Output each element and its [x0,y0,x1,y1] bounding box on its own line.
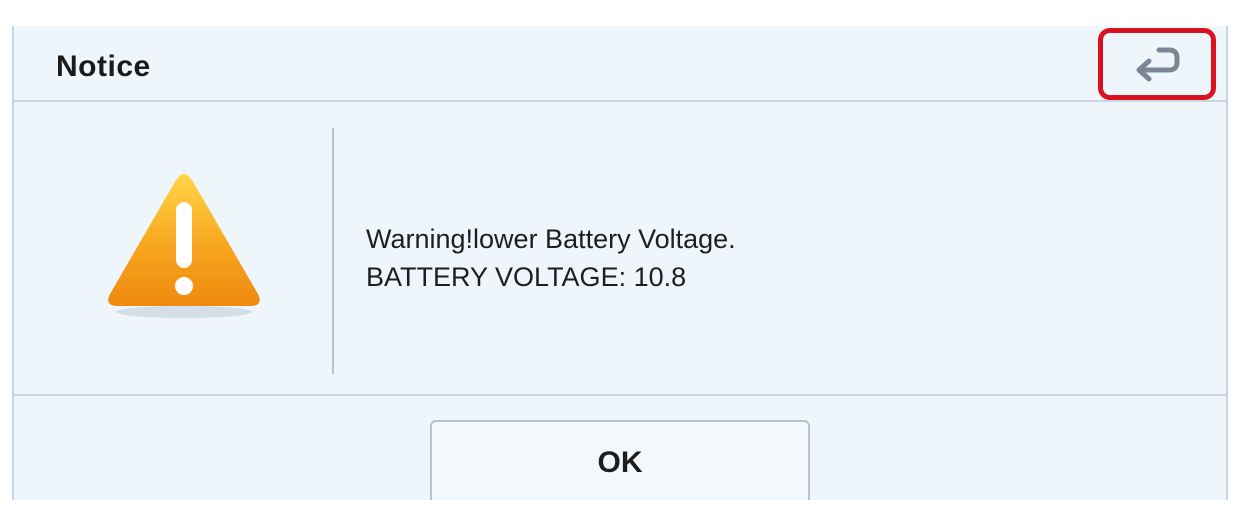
back-button[interactable] [1098,28,1216,100]
ok-button[interactable]: OK [430,420,810,500]
message-line-2: BATTERY VOLTAGE: 10.8 [366,262,687,292]
content-divider [332,128,334,374]
notice-dialog: Notice Warning!lower Battery Voltage. BA… [12,26,1228,500]
dialog-footer: OK [14,396,1226,500]
message-line-1: Warning!lower Battery Voltage. [366,224,736,254]
warning-triangle-icon [108,174,260,318]
dialog-header: Notice [14,26,1226,102]
warning-message: Warning!lower Battery Voltage. BATTERY V… [366,220,736,296]
dialog-content: Warning!lower Battery Voltage. BATTERY V… [14,102,1226,396]
dialog-title: Notice [56,50,151,83]
return-arrow-icon [1136,47,1180,82]
